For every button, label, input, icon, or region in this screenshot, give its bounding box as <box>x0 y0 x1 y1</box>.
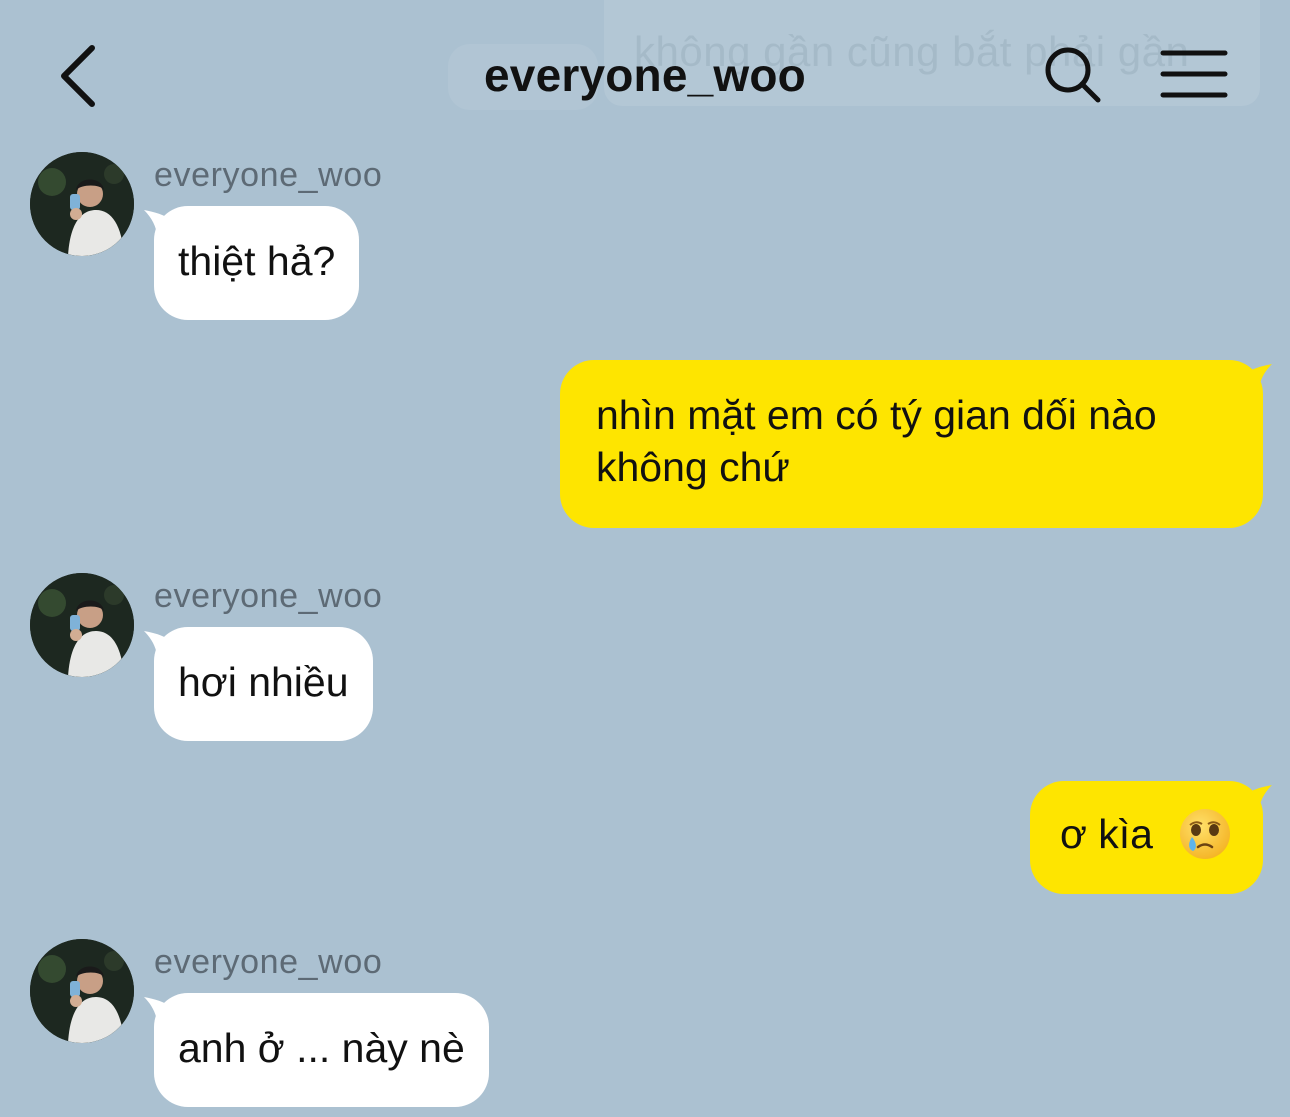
avatar[interactable] <box>30 939 134 1043</box>
profile-photo-icon <box>30 152 134 256</box>
incoming-message-bubble[interactable]: anh ở ... này nè <box>154 993 489 1107</box>
sender-name: everyone_woo <box>154 156 383 194</box>
chat-screen: không gần cũng bắt phải gần everyone_woo <box>0 0 1290 1117</box>
profile-photo-icon <box>30 573 134 677</box>
chevron-left-icon <box>61 45 95 107</box>
search-icon <box>1045 47 1101 103</box>
hamburger-menu-icon <box>1160 50 1228 98</box>
back-button[interactable] <box>50 40 110 110</box>
menu-button[interactable] <box>1160 48 1228 100</box>
chat-header: everyone_woo <box>0 0 1290 140</box>
outgoing-message-bubble[interactable]: nhìn mặt em có tý gian dối nào không chứ <box>560 360 1263 528</box>
sender-name: everyone_woo <box>154 577 383 615</box>
profile-photo-icon <box>30 939 134 1043</box>
face-holding-back-tears-icon <box>1180 809 1231 860</box>
message-text: ơ kìa <box>1060 811 1153 857</box>
incoming-message-bubble[interactable]: hơi nhiều <box>154 627 373 741</box>
incoming-message-bubble[interactable]: thiệt hả? <box>154 206 360 320</box>
search-button[interactable] <box>1042 44 1104 106</box>
sender-name: everyone_woo <box>154 943 383 981</box>
avatar[interactable] <box>30 152 134 256</box>
message-line: không chứ <box>596 444 790 490</box>
avatar[interactable] <box>30 573 134 677</box>
message-line: nhìn mặt em có tý gian dối nào <box>596 392 1157 438</box>
outgoing-message-bubble[interactable]: ơ kìa <box>1030 781 1263 894</box>
